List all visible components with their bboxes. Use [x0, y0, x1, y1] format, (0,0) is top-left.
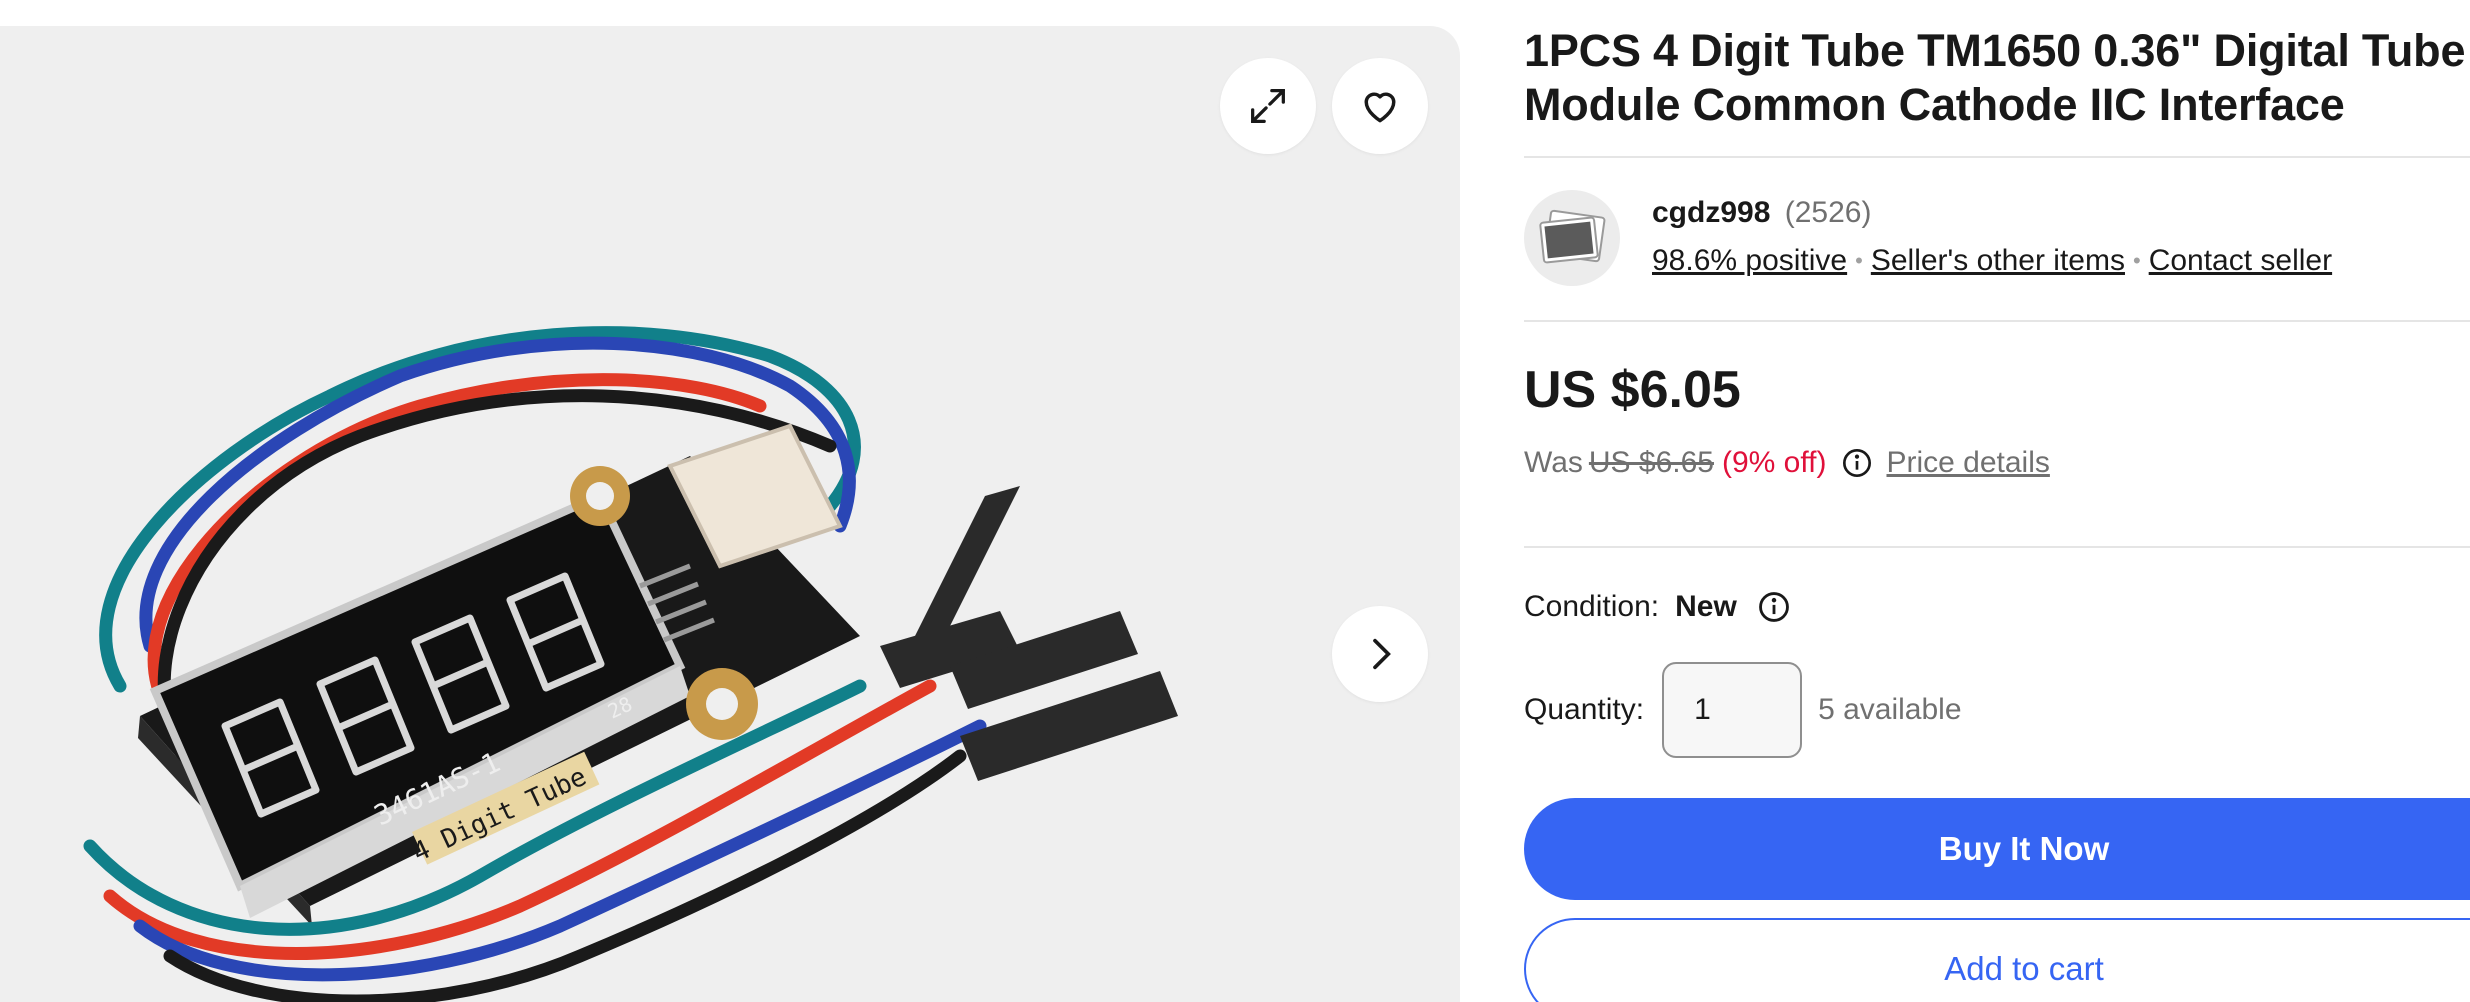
was-price-row: Was US $6.65 (9% off) Price details	[1524, 446, 2050, 480]
seller-other-items-link[interactable]: Seller's other items	[1871, 244, 2125, 278]
seller-feedback-count: (2526)	[1784, 196, 1872, 229]
separator-dot: •	[1855, 248, 1863, 273]
listing-page: 3461AS-1 28 4 Digit Tube 1PCS 4 Digit Tu…	[0, 0, 2470, 1002]
buy-it-now-button[interactable]: Buy It Now	[1524, 798, 2470, 900]
listing-title: 1PCS 4 Digit Tube TM1650 0.36" Digital T…	[1524, 24, 2470, 132]
chevron-right-icon	[1373, 638, 1391, 670]
listing-info: 1PCS 4 Digit Tube TM1650 0.36" Digital T…	[1524, 0, 2470, 1002]
quantity-input[interactable]	[1662, 662, 1803, 758]
heart-icon	[1364, 92, 1396, 123]
was-label: Was	[1524, 446, 1583, 479]
watch-button[interactable]	[1332, 58, 1428, 154]
separator-dot: •	[2132, 248, 2141, 273]
condition-label: Condition:	[1524, 590, 1660, 623]
divider	[1524, 320, 2470, 322]
quantity-row: Quantity: 5 available	[1524, 662, 1962, 758]
seller-links: 98.6% positive • Seller's other items • …	[1652, 244, 2332, 278]
next-image-button[interactable]	[1332, 606, 1428, 702]
positive-feedback-link[interactable]: 98.6% positive	[1652, 244, 1847, 278]
image-gallery: 3461AS-1 28 4 Digit Tube	[0, 26, 1460, 1002]
title-line-1: 1PCS 4 Digit Tube TM1650 0.36" Digital T…	[1524, 25, 2466, 76]
current-price: US $6.05	[1524, 361, 1741, 419]
original-price: US $6.65	[1588, 446, 1714, 479]
add-to-cart-button[interactable]: Add to cart	[1524, 918, 2470, 1002]
photo-placeholder-icon	[1539, 209, 1606, 264]
discount-percent: (9% off)	[1721, 446, 1827, 479]
quantity-label: Quantity:	[1524, 693, 1645, 726]
price-details-link[interactable]: Price details	[1886, 446, 2049, 480]
info-icon[interactable]	[1840, 446, 1874, 480]
seller-avatar[interactable]	[1524, 190, 1620, 286]
condition-value: New	[1675, 590, 1737, 623]
info-icon[interactable]	[1757, 590, 1791, 624]
title-line-2: Module Common Cathode IIC Interface	[1524, 79, 2345, 130]
divider	[1524, 156, 2470, 158]
seller-name[interactable]: cgdz998	[1652, 196, 1770, 229]
seller-name-row: cgdz998 (2526)	[1652, 196, 1871, 230]
condition-row: Condition: New	[1524, 590, 1803, 624]
quantity-available: 5 available	[1818, 693, 1962, 726]
expand-icon	[1251, 89, 1285, 123]
expand-image-button[interactable]	[1220, 58, 1316, 154]
product-image[interactable]: 3461AS-1 28 4 Digit Tube	[0, 26, 1460, 1002]
contact-seller-link[interactable]: Contact seller	[2149, 244, 2332, 278]
divider	[1524, 546, 2470, 548]
